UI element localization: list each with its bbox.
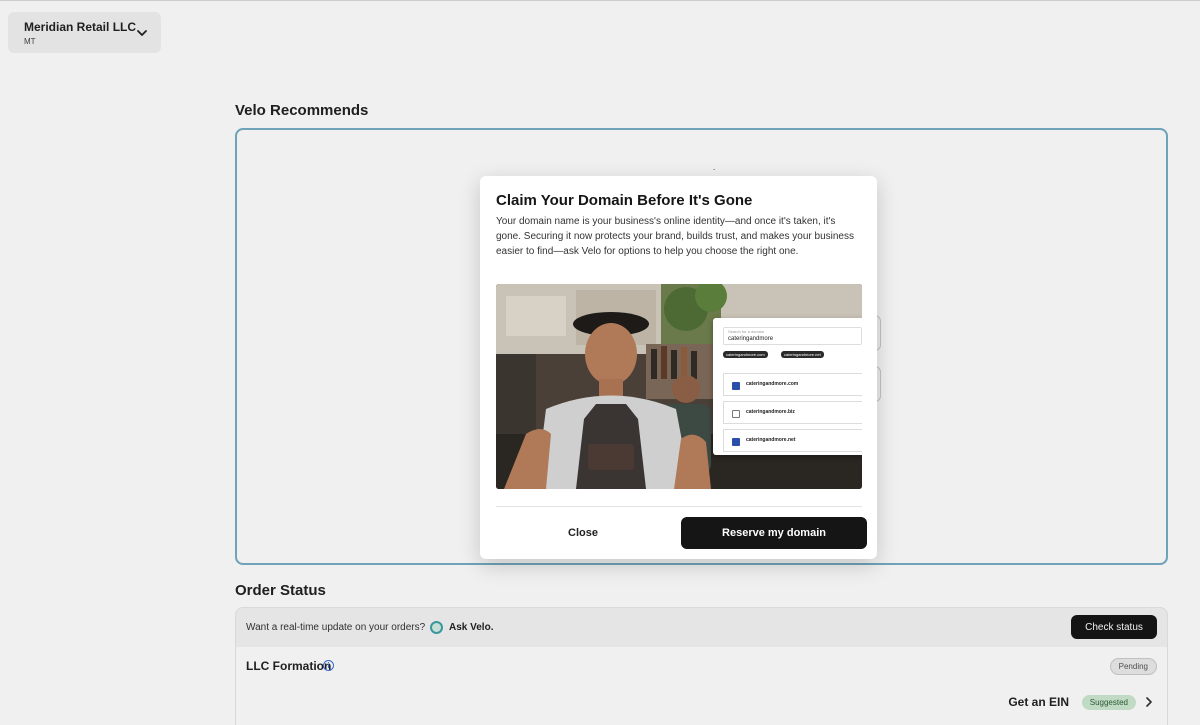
modal-divider — [496, 506, 862, 507]
reserve-domain-button[interactable]: Reserve my domain — [681, 517, 867, 549]
modal-title: Claim Your Domain Before It's Gone — [496, 192, 753, 209]
domain-search-panel: Search for a domain cateringandmore cate… — [713, 318, 862, 455]
checkbox-checked-icon — [732, 438, 740, 446]
domain-row-name: cateringandmore.net — [746, 437, 796, 443]
domain-row: cateringandmore.net — [723, 429, 862, 452]
domain-row-name: cateringandmore.biz — [746, 409, 795, 415]
domain-row-name: cateringandmore.com — [746, 381, 799, 387]
domain-chip: cateringandmore.com — [723, 351, 768, 358]
domain-search-value: cateringandmore — [728, 336, 774, 342]
domain-row: cateringandmore.biz — [723, 401, 862, 424]
modal-description: Your domain name is your business's onli… — [496, 216, 854, 257]
domain-row: cateringandmore.com — [723, 373, 862, 396]
domain-chip: cateringandmore.net — [781, 351, 824, 358]
checkbox-checked-icon — [732, 382, 740, 390]
domain-illustration: Search for a domain cateringandmore cate… — [496, 284, 862, 489]
domain-search-box: Search for a domain cateringandmore — [723, 327, 862, 345]
close-button[interactable]: Close — [496, 517, 670, 549]
checkbox-unchecked-icon — [732, 410, 740, 418]
domain-search-label: Search for a domain — [728, 329, 765, 334]
domain-modal: Claim Your Domain Before It's Gone Your … — [480, 176, 877, 559]
